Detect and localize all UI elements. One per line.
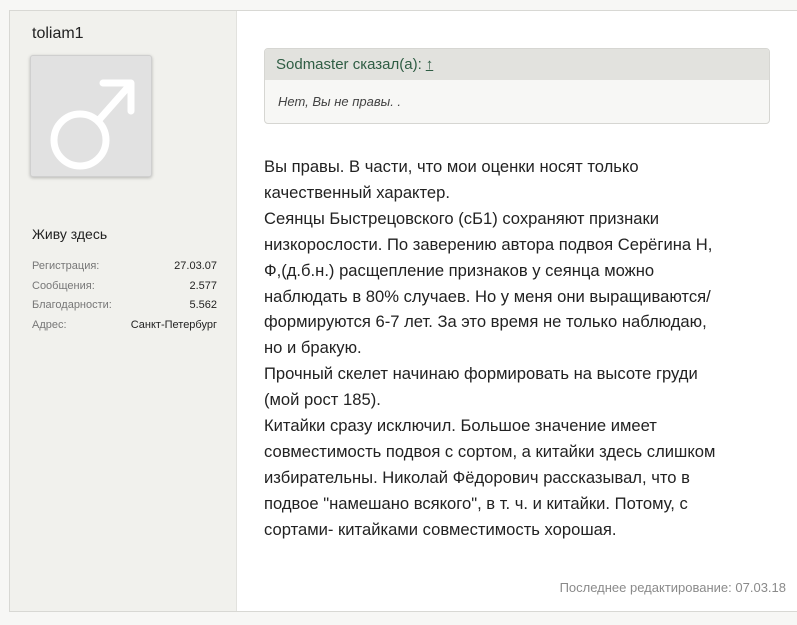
message-line: совместимость подвоя с сортом, а китайки… [264, 441, 716, 461]
message-line: подвое "намешано всякого", в т. ч. и кит… [264, 493, 688, 513]
message-line: качественный характер. [264, 182, 450, 202]
message-line: Ф,(д.б.н.) расщепление признаков у сеянц… [264, 260, 655, 280]
stat-registration: Регистрация: 27.03.07 [32, 257, 217, 277]
stat-value[interactable]: Санкт-Петербург [131, 316, 217, 336]
last-edited-note: Последнее редактирование: 07.03.18 [559, 580, 786, 595]
stat-location: Адрес: Санкт-Петербург [32, 316, 217, 336]
message-line: Вы правы. В части, что мои оценки носят … [264, 157, 639, 176]
stat-label: Регистрация: [32, 260, 100, 272]
message-line: Сеянцы Быстрецовского (сБ1) сохраняют пр… [264, 208, 660, 228]
quote-author[interactable]: Sodmaster сказал(а): [276, 56, 422, 73]
stat-likes: Благодарности: 5.562 [32, 296, 217, 316]
quote-text: Нет, Вы не правы. . [278, 94, 402, 109]
user-sidebar: toliam1 Живу здесь Регистрация: 27.03.07… [10, 11, 237, 611]
message-line: низкорослости. По заверению автора подво… [264, 234, 713, 254]
quote-header: Sodmaster сказал(а): ↑ [265, 49, 769, 80]
message-line: избирательны. Николай Фёдорович рассказы… [264, 467, 690, 487]
message-line: (мой рост 185). [264, 390, 381, 410]
username-link[interactable]: toliam1 [32, 25, 84, 43]
male-symbol-icon [50, 79, 135, 170]
stat-label: Адрес: [32, 318, 67, 331]
message-line: сортами- китайками совместимость хорошая… [264, 519, 617, 539]
post-content: Sodmaster сказал(а): ↑ Нет, Вы не правы. … [237, 11, 797, 611]
avatar[interactable] [30, 55, 152, 177]
message-line: формируются 6-7 лет. За это время не тол… [264, 312, 707, 332]
stat-value: 5.562 [189, 299, 217, 311]
stat-label: Сообщения: [32, 279, 95, 292]
message-line: Прочный скелет начинаю формировать на вы… [264, 364, 698, 384]
message-text: Вы правы. В части, что мои оценки носят … [264, 154, 779, 543]
stat-label: Благодарности: [32, 299, 112, 311]
user-status: Живу здесь [32, 226, 108, 242]
message-line: Китайки сразу исключил. Большое значение… [264, 416, 657, 436]
message-line: но и бракую. [264, 338, 362, 358]
quote-block: Sodmaster сказал(а): ↑ Нет, Вы не правы. … [264, 48, 770, 124]
stat-value: 27.03.07 [174, 260, 217, 272]
stat-value[interactable]: 2.577 [189, 277, 217, 297]
message-line: наблюдать в 80% случаев. Но у меня они в… [264, 286, 711, 306]
user-stats: Регистрация: 27.03.07 Сообщения: 2.577 Б… [32, 257, 217, 335]
forum-post: toliam1 Живу здесь Регистрация: 27.03.07… [9, 10, 797, 612]
stat-messages: Сообщения: 2.577 [32, 277, 217, 297]
quote-jump-arrow-icon[interactable]: ↑ [426, 56, 434, 73]
